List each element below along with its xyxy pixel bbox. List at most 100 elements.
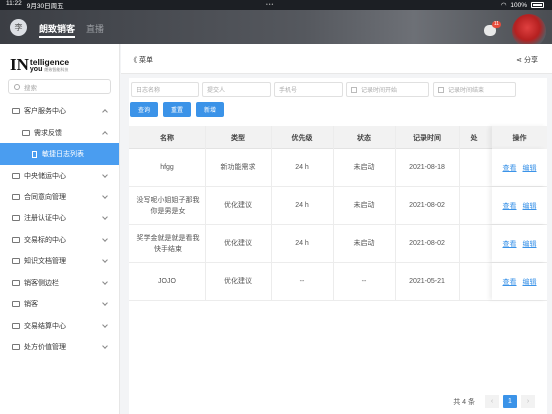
- view-link[interactable]: 查看: [503, 163, 517, 173]
- edit-link[interactable]: 编辑: [523, 277, 537, 287]
- sidebar: IN telligence you 朗致智能科技 搜索 客户服务中心 需求反馈 …: [0, 44, 120, 414]
- cell-time: 2021-08-02: [409, 202, 445, 209]
- status-date: 9月30日周五: [26, 3, 64, 10]
- folder-icon: [12, 237, 20, 243]
- sidebar-item-knowledge[interactable]: 知识文档管理: [0, 250, 119, 272]
- phone-input[interactable]: 手机号: [274, 82, 343, 97]
- brand-t2: you: [29, 66, 43, 73]
- col-priority: 优先级: [291, 134, 313, 142]
- sidebar-item-sales-sidebar[interactable]: 销客侧边栏: [0, 272, 119, 294]
- col-ops: 操作: [492, 126, 547, 149]
- status-bar: 11:22 9月30日周五 ••• ◠ 100%: [0, 0, 552, 10]
- sidebar-item-feedback[interactable]: 需求反馈: [0, 122, 119, 144]
- battery-icon: [531, 2, 544, 8]
- cell-type: 优化建议: [224, 240, 252, 247]
- cell-time: 2021-08-18: [409, 164, 445, 171]
- add-button[interactable]: 新增: [196, 102, 224, 117]
- total-count: 共 4 条: [453, 399, 475, 406]
- sidebar-item-prescription[interactable]: 处方价值管理: [0, 336, 119, 358]
- start-time-placeholder: 记录时间开始: [361, 88, 398, 94]
- prev-page-button[interactable]: ‹: [485, 395, 499, 408]
- menu-back-link[interactable]: 《 菜单: [130, 55, 153, 65]
- sidebar-item-storage[interactable]: 中央储运中心: [0, 165, 119, 187]
- folder-icon: [12, 108, 20, 114]
- col-time: 记录时间: [413, 134, 441, 142]
- col-handler: 处: [470, 134, 478, 142]
- end-time-input[interactable]: 记录时间结束: [433, 82, 516, 97]
- table-row: 没写呢小姐姐子那我你是男是女 优化建议 24 h 未启动 2021-08-02 …: [129, 187, 547, 225]
- chevron-down-icon: [102, 279, 108, 285]
- column-divider: [333, 126, 334, 301]
- reset-button[interactable]: 重置: [163, 102, 191, 117]
- share-button[interactable]: ⋖ 分享: [516, 55, 538, 65]
- phone-placeholder: 手机号: [279, 88, 298, 94]
- battery-percent: 100%: [510, 1, 527, 9]
- app-header: 李 朗致销客 直播 11 Good Beauty Forever: [0, 10, 552, 53]
- table-header: 名称 类型 优先级 状态 记录时间 处 操作: [129, 126, 547, 149]
- chevron-down-icon: [102, 257, 108, 263]
- edit-link[interactable]: 编辑: [523, 201, 537, 211]
- tab-langzhi[interactable]: 朗致销客: [39, 22, 75, 35]
- cell-priority: 24 h: [295, 240, 309, 247]
- view-link[interactable]: 查看: [503, 277, 517, 287]
- cell-name: JOJO: [158, 278, 176, 285]
- sidebar-item-settlement[interactable]: 交易结算中心: [0, 315, 119, 337]
- folder-icon: [12, 280, 20, 286]
- query-button[interactable]: 查询: [130, 102, 158, 117]
- table-row: 奖学金就是就是看我快手结束 优化建议 24 h 未启动 2021-08-02 查…: [129, 225, 547, 263]
- wifi-icon: ◠: [500, 2, 507, 9]
- cell-name: 奖学金就是就是看我快手结束: [136, 234, 200, 253]
- edit-link[interactable]: 编辑: [523, 239, 537, 249]
- view-link[interactable]: 查看: [503, 201, 517, 211]
- cell-priority: --: [299, 278, 305, 285]
- row-ops: 查看 编辑: [492, 263, 547, 300]
- end-time-placeholder: 记录时间结束: [448, 88, 485, 94]
- chevron-down-icon: [102, 214, 108, 220]
- table-row: JOJO 优化建议 -- -- 2021-05-21 查看 编辑: [129, 263, 547, 301]
- submitter-placeholder: 提交人: [207, 88, 226, 94]
- sidebar-item-registration[interactable]: 注册认证中心: [0, 207, 119, 229]
- chevron-down-icon: [102, 343, 108, 349]
- submitter-input[interactable]: 提交人: [202, 82, 271, 97]
- chevron-up-icon: [102, 131, 108, 137]
- log-name-input[interactable]: 日志名称: [131, 82, 199, 97]
- calendar-icon: [438, 86, 444, 93]
- status-time: 11:22: [6, 0, 22, 7]
- filter-panel: 日志名称 提交人 手机号 记录时间开始 记录时间结束 查询 重置 新增 名称 类…: [129, 78, 547, 414]
- sidebar-search-input[interactable]: 搜索: [8, 79, 111, 94]
- page-1-button[interactable]: 1: [503, 395, 517, 408]
- sidebar-item-label: 交易标的中心: [24, 237, 66, 244]
- column-divider: [271, 126, 272, 301]
- sidebar-item-customer-service[interactable]: 客户服务中心: [0, 100, 119, 122]
- cell-time: 2021-08-02: [409, 240, 445, 247]
- next-page-button[interactable]: ›: [521, 395, 535, 408]
- brand-logo: [512, 14, 546, 48]
- search-icon: [14, 83, 20, 90]
- cell-status: 未启动: [353, 202, 375, 209]
- row-ops: 查看 编辑: [492, 225, 547, 262]
- sidebar-item-agile-log-list[interactable]: 敏捷日志列表: [0, 143, 119, 165]
- table-row: hfgg 新功能需求 24 h 未启动 2021-08-18 查看 编辑: [129, 149, 547, 187]
- view-link[interactable]: 查看: [503, 239, 517, 249]
- chevron-down-icon: [102, 300, 108, 306]
- start-time-input[interactable]: 记录时间开始: [346, 82, 429, 97]
- calendar-icon: [351, 86, 357, 93]
- chevron-down-icon: [102, 322, 108, 328]
- main-content: 《 菜单 ⋖ 分享 日志名称 提交人 手机号 记录时间开始 记录时间结束 查询 …: [121, 44, 552, 414]
- column-divider: [459, 126, 460, 301]
- sidebar-search-placeholder: 搜索: [24, 84, 37, 92]
- cell-priority: 24 h: [295, 202, 309, 209]
- chat-badge: 11: [492, 21, 501, 28]
- folder-icon: [12, 258, 20, 264]
- avatar[interactable]: 李: [10, 19, 27, 36]
- cell-status: --: [361, 278, 367, 285]
- folder-icon: [12, 215, 20, 221]
- tab-live[interactable]: 直播: [86, 22, 104, 35]
- edit-link[interactable]: 编辑: [523, 163, 537, 173]
- cell-status: 未启动: [353, 164, 375, 171]
- row-ops: 查看 编辑: [492, 187, 547, 224]
- sidebar-item-sales[interactable]: 销客: [0, 293, 119, 315]
- sidebar-item-trade-target[interactable]: 交易标的中心: [0, 229, 119, 251]
- sidebar-item-label: 处方价值管理: [24, 344, 66, 351]
- sidebar-item-contract[interactable]: 合同意向管理: [0, 186, 119, 208]
